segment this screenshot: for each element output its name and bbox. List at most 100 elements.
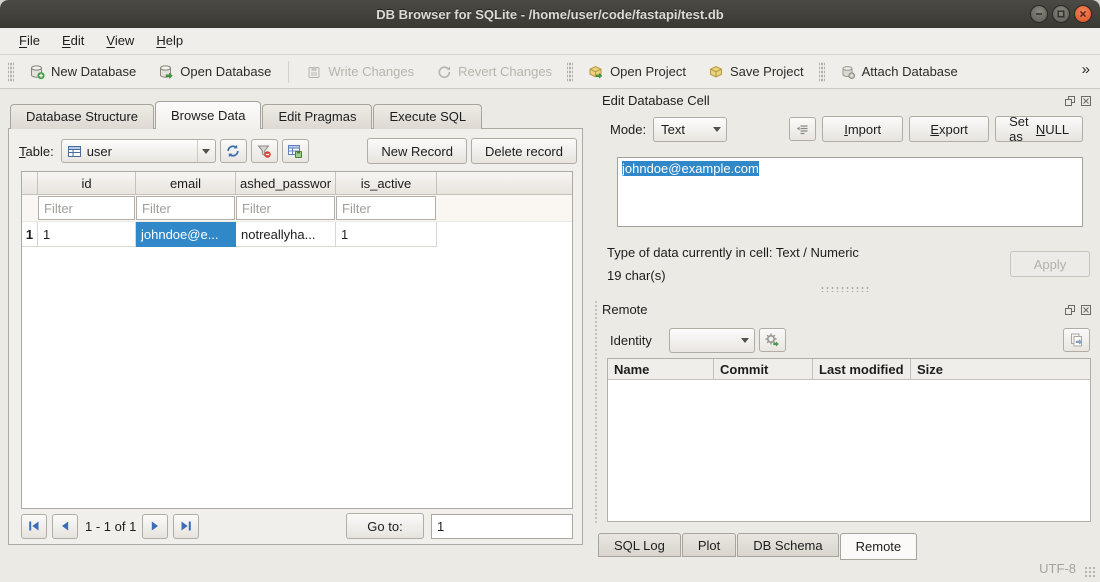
new-database-button[interactable]: New Database (18, 58, 147, 86)
next-page-button[interactable] (142, 514, 168, 539)
remote-column-name[interactable]: Name (608, 359, 714, 379)
filter-corner (22, 195, 38, 221)
tab-edit-pragmas[interactable]: Edit Pragmas (262, 104, 372, 129)
minimize-button[interactable] (1030, 5, 1048, 23)
table-row: 1 1 johndoe@e... notreallyha... 1 (22, 222, 572, 247)
browse-data-panel: Table: user (8, 128, 583, 545)
word-wrap-icon (795, 122, 810, 137)
cell-is-active[interactable]: 1 (336, 222, 437, 247)
pagination-bar: 1 - 1 of 1 Go to: 1 (21, 513, 573, 539)
new-record-button[interactable]: New Record (367, 138, 467, 164)
cell-email-selected[interactable]: johndoe@e... (136, 222, 236, 247)
revert-changes-button[interactable]: Revert Changes (425, 58, 563, 86)
float-panel-icon (1064, 304, 1076, 316)
tab-browse-data[interactable]: Browse Data (155, 101, 261, 129)
menu-edit[interactable]: Edit (51, 28, 95, 54)
tab-plot[interactable]: Plot (682, 533, 736, 557)
titlebar[interactable]: DB Browser for SQLite - /home/user/code/… (0, 0, 1100, 28)
menu-file[interactable]: File (8, 28, 51, 54)
clear-filters-button[interactable] (251, 139, 278, 163)
attach-database-icon (840, 64, 856, 80)
save-filter-view-button[interactable] (282, 139, 309, 163)
mode-select[interactable]: Text (653, 117, 727, 142)
column-header-email[interactable]: email (136, 172, 236, 194)
attach-database-button[interactable]: Attach Database (829, 58, 969, 86)
close-panel-icon (1080, 95, 1092, 107)
refresh-button[interactable] (220, 139, 247, 163)
cell-editor-selected-text: johndoe@example.com (622, 161, 759, 176)
open-database-button[interactable]: Open Database (147, 58, 282, 86)
dock-splitter-handle[interactable] (820, 286, 870, 292)
menubar: File Edit View Help (0, 28, 1100, 55)
float-panel-button[interactable] (1063, 94, 1076, 107)
toolbar-drag-handle[interactable] (567, 62, 573, 82)
column-header-hashed-password[interactable]: ashed_passwor (236, 172, 336, 194)
tab-sql-log[interactable]: SQL Log (598, 533, 681, 557)
word-wrap-button[interactable] (789, 117, 816, 141)
cell-hashed-password[interactable]: notreallyha... (236, 222, 336, 247)
tab-db-schema[interactable]: DB Schema (737, 533, 838, 557)
clone-database-button[interactable] (1063, 328, 1090, 352)
identity-settings-button[interactable] (759, 328, 786, 352)
mode-label: Mode: (610, 122, 646, 137)
identity-label: Identity (610, 333, 652, 348)
previous-page-button[interactable] (52, 514, 78, 539)
float-panel-button[interactable] (1063, 303, 1076, 316)
tab-database-structure[interactable]: Database Structure (10, 104, 154, 129)
last-page-button[interactable] (173, 514, 199, 539)
menu-help[interactable]: Help (145, 28, 194, 54)
remote-column-commit[interactable]: Commit (714, 359, 813, 379)
remote-dock-drag-handle[interactable] (594, 300, 599, 525)
mode-select-value: Text (661, 122, 708, 137)
table-select-arrow (197, 140, 215, 162)
close-panel-button[interactable] (1079, 94, 1092, 107)
toolbar-drag-handle[interactable] (8, 62, 14, 82)
remote-column-last-modified[interactable]: Last modified (813, 359, 911, 379)
save-project-button[interactable]: Save Project (697, 58, 815, 86)
apply-button[interactable]: Apply (1010, 251, 1090, 277)
float-panel-icon (1064, 95, 1076, 107)
attach-database-label: Attach Database (862, 64, 958, 79)
close-panel-icon (1080, 304, 1092, 316)
identity-select[interactable] (669, 328, 755, 353)
goto-input[interactable]: 1 (431, 514, 573, 539)
tab-execute-sql[interactable]: Execute SQL (373, 104, 482, 129)
open-project-label: Open Project (610, 64, 686, 79)
edit-cell-dock-title: Edit Database Cell (602, 93, 710, 108)
revert-changes-icon (436, 64, 452, 80)
cell-editor-textarea[interactable]: johndoe@example.com (617, 157, 1083, 227)
menu-view[interactable]: View (95, 28, 145, 54)
cell-id[interactable]: 1 (38, 222, 136, 247)
delete-record-button[interactable]: Delete record (471, 138, 577, 164)
column-header-is-active[interactable]: is_active (336, 172, 437, 194)
filter-input-email[interactable]: Filter (136, 196, 235, 220)
filter-input-hashed-password[interactable]: Filter (236, 196, 335, 220)
write-changes-button[interactable]: Write Changes (295, 58, 425, 86)
column-header-id[interactable]: id (38, 172, 136, 194)
filter-input-id[interactable]: Filter (38, 196, 135, 220)
remote-column-size[interactable]: Size (911, 359, 1090, 379)
clone-database-icon (1069, 332, 1085, 348)
close-button[interactable] (1074, 5, 1092, 23)
toolbar-overflow-button[interactable]: » (1082, 61, 1090, 78)
save-project-icon (708, 64, 724, 80)
filter-input-is-active[interactable]: Filter (336, 196, 436, 220)
window-title: DB Browser for SQLite - /home/user/code/… (376, 7, 723, 22)
set-as-null-button[interactable]: Set as NULL (995, 116, 1083, 142)
first-page-button[interactable] (21, 514, 47, 539)
row-number[interactable]: 1 (22, 222, 38, 247)
table-select[interactable]: user (61, 139, 216, 163)
close-panel-button[interactable] (1079, 303, 1092, 316)
maximize-button[interactable] (1052, 5, 1070, 23)
revert-changes-label: Revert Changes (458, 64, 552, 79)
open-project-button[interactable]: Open Project (577, 58, 697, 86)
export-button[interactable]: Export (909, 116, 989, 142)
open-database-label: Open Database (180, 64, 271, 79)
tab-remote[interactable]: Remote (840, 533, 918, 560)
goto-button[interactable]: Go to: (346, 513, 424, 539)
import-button[interactable]: Import (822, 116, 903, 142)
grid-corner[interactable] (22, 172, 38, 194)
save-project-label: Save Project (730, 64, 804, 79)
resize-grip[interactable] (1084, 566, 1096, 578)
toolbar-drag-handle[interactable] (819, 62, 825, 82)
